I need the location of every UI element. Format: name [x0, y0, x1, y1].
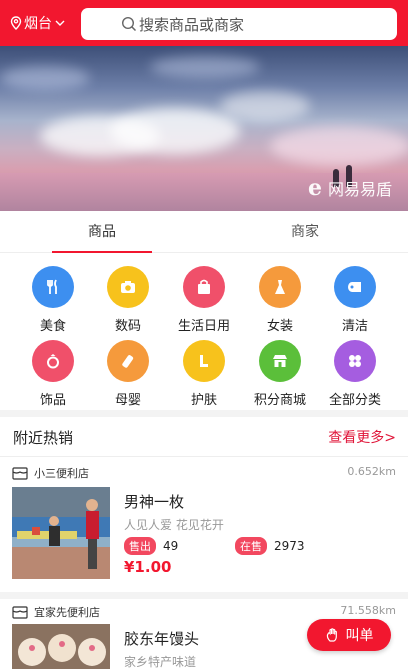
category-skincare[interactable]: 护肤 [166, 340, 242, 408]
cutlery-icon [32, 266, 74, 308]
category-digital[interactable]: 数码 [90, 266, 166, 334]
category-label: 护肤 [190, 393, 217, 408]
shop-distance: 71.558km [340, 604, 396, 617]
sold-badge: 售出 [124, 537, 156, 555]
baby-bottle-icon [107, 340, 149, 382]
ring-icon [32, 340, 74, 382]
product-description: 人见人爱 花见花开 [124, 518, 224, 532]
top-bar: 烟台 搜索商品或商家 [0, 0, 408, 46]
category-label: 女装 [266, 319, 293, 334]
nearby-header: 附近热销 查看更多> [0, 417, 408, 457]
shopping-bag-icon [183, 266, 225, 308]
location-pin-icon [10, 16, 22, 30]
shop-header: 小三便利店 [12, 465, 89, 481]
category-mother-baby[interactable]: 母婴 [90, 340, 166, 408]
shop-icon [12, 467, 28, 480]
city-selector[interactable]: 烟台 [10, 13, 67, 33]
search-input[interactable]: 搜索商品或商家 [81, 8, 397, 40]
see-more-link[interactable]: 查看更多> [328, 427, 396, 447]
store-icon [259, 340, 301, 382]
netease-watermark: e 网易易盾 [308, 175, 392, 201]
watermark-text: 网易易盾 [327, 180, 392, 199]
nearby-title: 附近热销 [13, 429, 74, 447]
category-food[interactable]: 美食 [15, 266, 91, 334]
city-label: 烟台 [24, 16, 52, 32]
category-label: 母婴 [114, 393, 141, 408]
shop-name: 小三便利店 [34, 467, 89, 480]
on-sale-badge: 在售 [235, 537, 267, 555]
category-womens[interactable]: 女装 [242, 266, 318, 334]
call-order-button[interactable]: 叫单 [307, 619, 391, 651]
hand-icon [326, 628, 337, 642]
shop-header: 宜家先便利店 [12, 604, 100, 620]
promo-banner[interactable]: e 网易易盾 [0, 46, 408, 211]
camera-icon [107, 266, 149, 308]
tab-bar: 商品 商家 [0, 211, 408, 253]
category-label: 生活日用 [177, 319, 230, 334]
category-label: 数码 [114, 319, 141, 334]
category-daily-goods[interactable]: 生活日用 [166, 266, 242, 334]
tab-merchants[interactable]: 商家 [255, 211, 355, 253]
category-label: 全部分类 [328, 393, 381, 408]
category-accessories[interactable]: 饰品 [15, 340, 91, 408]
product-price: ¥1.00 [124, 558, 172, 576]
on-sale-count: 2973 [274, 539, 305, 553]
category-points-mall[interactable]: 积分商城 [242, 340, 318, 408]
grid-four-icon [334, 340, 376, 382]
call-order-label: 叫单 [345, 628, 374, 644]
category-label: 清洁 [341, 319, 368, 334]
chevron-down-icon [55, 20, 65, 26]
shop-name: 宜家先便利店 [34, 606, 100, 619]
product-stats: 售出 49 在售 2973 [124, 537, 305, 555]
category-label: 积分商城 [253, 393, 306, 408]
product-name[interactable]: 男神一枚 [124, 491, 184, 512]
dress-icon [259, 266, 301, 308]
shop-icon [12, 606, 28, 619]
product-description: 家乡特产味道 [124, 655, 197, 669]
search-icon [121, 16, 137, 32]
section-divider [0, 592, 408, 599]
sold-count: 49 [163, 539, 179, 553]
product-image[interactable] [12, 487, 110, 579]
product-image[interactable] [12, 624, 110, 669]
tab-products[interactable]: 商品 [52, 211, 152, 253]
section-divider [0, 410, 408, 417]
tissue-roll-icon [334, 266, 376, 308]
category-label: 美食 [39, 319, 66, 334]
e-logo-icon: e [307, 175, 322, 201]
category-cleaning[interactable]: 清洁 [317, 266, 393, 334]
category-label: 饰品 [39, 393, 66, 408]
shop-distance: 0.652km [347, 465, 396, 478]
category-all[interactable]: 全部分类 [317, 340, 393, 408]
product-name[interactable]: 胶东年馒头 [124, 628, 199, 649]
search-placeholder: 搜索商品或商家 [139, 15, 245, 34]
boots-icon [183, 340, 225, 382]
shop-card[interactable]: 小三便利店 0.652km 男神一枚 人见人爱 花见花开 售出 49 在售 29… [0, 465, 408, 585]
category-grid: 美食 数码 生活日用 女装 清洁 饰品 母婴 护肤 积分商城 全部分类 [0, 262, 408, 408]
